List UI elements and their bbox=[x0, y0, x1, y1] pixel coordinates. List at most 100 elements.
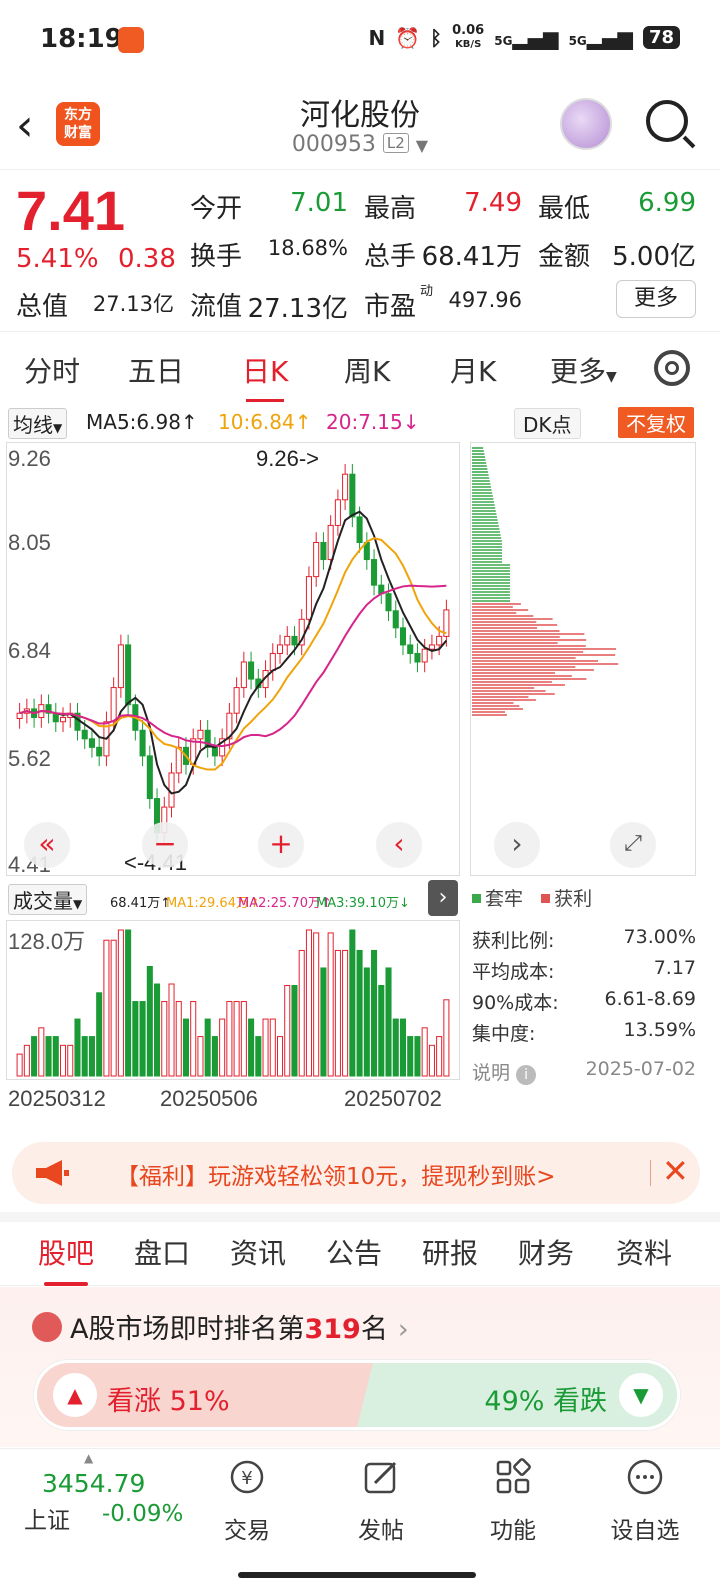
volume-bar bbox=[38, 1027, 45, 1077]
net-speed: 0.06 KB/S bbox=[452, 23, 485, 50]
vote-down-button[interactable]: ▼ bbox=[619, 1373, 663, 1417]
chip-note[interactable]: 说明 i 2025-07-02 bbox=[472, 1058, 696, 1085]
quote-field-value-3: 18.68% bbox=[267, 236, 348, 260]
settings-gear-icon[interactable] bbox=[654, 350, 690, 386]
nav-functions[interactable]: 功能 bbox=[468, 1457, 558, 1545]
megaphone-icon bbox=[36, 1160, 69, 1186]
market-rank[interactable]: A股市场即时排名第319名 › bbox=[32, 1307, 409, 1346]
current-price: 7.41 bbox=[16, 179, 125, 242]
nav-post[interactable]: 发帖 bbox=[336, 1457, 426, 1545]
svg-text:¥: ¥ bbox=[241, 1468, 252, 1489]
chip-next-icon[interactable]: › bbox=[494, 822, 540, 868]
candle bbox=[436, 635, 443, 646]
kline-chart[interactable] bbox=[6, 442, 460, 876]
search-icon[interactable] bbox=[646, 100, 688, 142]
info-icon: i bbox=[516, 1065, 537, 1085]
volume-bar bbox=[291, 984, 298, 1077]
ma-legend: 均线▼ MA5:6.98↑ 10:6.84↑ 20:7.15↓ bbox=[6, 408, 716, 439]
volume-bar bbox=[226, 1001, 233, 1077]
ma-selector[interactable]: 均线▼ bbox=[8, 408, 68, 439]
stat-profit-ratio: 获利比例: 73.00% bbox=[472, 926, 696, 952]
signal-icon-2: 5G▂▄▆ bbox=[568, 25, 633, 50]
index-name[interactable]: 上证 bbox=[24, 1501, 70, 1535]
index-change[interactable]: -0.09% bbox=[102, 1501, 183, 1527]
candle bbox=[313, 541, 320, 578]
scroll-left-icon[interactable]: « bbox=[24, 822, 70, 868]
vol-value: 68.41万↑ bbox=[110, 896, 172, 911]
tab-guba[interactable]: 股吧 bbox=[38, 1232, 94, 1286]
index-value[interactable]: 3454.79 bbox=[42, 1469, 145, 1498]
nav-trade[interactable]: ¥ 交易 bbox=[202, 1457, 292, 1545]
chip-legend: 套牢 获利 bbox=[472, 884, 592, 911]
quote-field-label-0: 今开 bbox=[190, 194, 243, 224]
candle bbox=[197, 729, 204, 740]
status-icons: N ⏰ ᛒ 0.06 KB/S 5G▂▄▆ 5G▂▄▆ 78 bbox=[368, 24, 680, 51]
tab-finance[interactable]: 财务 bbox=[518, 1232, 574, 1272]
candle bbox=[139, 729, 146, 757]
tab-pankou[interactable]: 盘口 bbox=[134, 1232, 190, 1272]
assistant-robot-icon[interactable] bbox=[560, 98, 612, 150]
volume-bar bbox=[139, 1001, 146, 1077]
candle bbox=[407, 644, 414, 654]
battery-icon: 78 bbox=[642, 26, 680, 49]
tab-daily-k[interactable]: 日K bbox=[242, 350, 288, 402]
caret-up-icon: ▲ bbox=[84, 1451, 94, 1465]
candle bbox=[327, 524, 334, 561]
quote-field-label-3: 换手 bbox=[190, 242, 243, 272]
stock-name: 河化股份 bbox=[300, 98, 420, 133]
dk-point-button[interactable]: DK点 bbox=[514, 408, 581, 439]
alarm-icon: ⏰ bbox=[395, 25, 421, 50]
sentiment-vote: ▲ 看涨 51% 49% 看跌 ▼ bbox=[34, 1360, 680, 1430]
tab-research[interactable]: 研报 bbox=[422, 1232, 478, 1272]
nav-add-watchlist[interactable]: 设自选 bbox=[600, 1457, 690, 1545]
tab-announcements[interactable]: 公告 bbox=[326, 1232, 382, 1272]
candle bbox=[211, 746, 218, 757]
candle bbox=[59, 716, 67, 723]
vote-up-button[interactable]: ▲ bbox=[53, 1373, 97, 1417]
tab-profile[interactable]: 资料 bbox=[616, 1232, 672, 1272]
volume-bar bbox=[313, 932, 320, 1077]
expand-icon[interactable]: ⤢ bbox=[610, 822, 656, 868]
volume-bar bbox=[52, 1036, 59, 1077]
tab-fenshi[interactable]: 分时 bbox=[24, 350, 80, 390]
stock-code-selector[interactable]: 000953 L2 ▼ bbox=[0, 132, 720, 157]
volume-bar bbox=[168, 983, 175, 1077]
volume-bar bbox=[407, 1036, 414, 1077]
volume-selector[interactable]: 成交量▼ bbox=[8, 884, 88, 915]
ma20-value: 20:7.15↓ bbox=[326, 410, 420, 434]
volume-bar bbox=[305, 929, 312, 1077]
volume-bar bbox=[88, 1036, 95, 1077]
zoom-out-icon[interactable]: − bbox=[142, 822, 188, 868]
quote-field-value-7: 27.13亿 bbox=[247, 294, 348, 324]
status-bar: 18:19 N ⏰ ᛒ 0.06 KB/S 5G▂▄▆ 5G▂▄▆ 78 bbox=[0, 0, 720, 80]
promo-text: 【福利】玩游戏轻松领10元，提现秒到账> bbox=[116, 1164, 556, 1190]
stat-90-cost: 90%成本: 6.61-8.69 bbox=[472, 988, 696, 1014]
quote-field-value-1: 7.49 bbox=[464, 188, 522, 218]
volume-bar bbox=[414, 1036, 421, 1077]
more-button[interactable]: 更多 bbox=[616, 280, 696, 318]
chip-date: 2025-07-02 bbox=[585, 1058, 696, 1080]
adjust-mode-button[interactable]: 不复权 bbox=[618, 407, 694, 438]
volume-bar bbox=[320, 967, 327, 1077]
step-left-icon[interactable]: ‹ bbox=[376, 822, 422, 868]
clock: 18:19 bbox=[40, 24, 123, 54]
period-tabs: 分时 五日 日K 周K 月K 更多▼ bbox=[0, 334, 720, 404]
vote-down-label: 49% 看跌 bbox=[484, 1386, 607, 1417]
stock-header: ‹ 东方 财富 河化股份 000953 L2 ▼ bbox=[0, 80, 720, 170]
tab-news[interactable]: 资讯 bbox=[230, 1232, 286, 1272]
volume-bar bbox=[161, 1001, 168, 1077]
close-icon[interactable]: ✕ bbox=[662, 1152, 689, 1190]
volume-bar bbox=[334, 949, 341, 1077]
promo-banner[interactable]: 【福利】玩游戏轻松领10元，提现秒到账> ✕ bbox=[12, 1142, 700, 1204]
home-indicator bbox=[238, 1572, 476, 1578]
change-amount: 0.38 bbox=[118, 244, 176, 274]
volume-expand-icon[interactable]: › bbox=[428, 880, 458, 916]
vote-up-label: 看涨 51% bbox=[107, 1386, 230, 1417]
volume-bar bbox=[211, 1036, 218, 1077]
tab-monthly-k[interactable]: 月K bbox=[450, 350, 496, 390]
tab-more[interactable]: 更多▼ bbox=[550, 350, 617, 390]
candle bbox=[414, 652, 421, 663]
tab-weekly-k[interactable]: 周K bbox=[344, 350, 390, 390]
tab-wuri[interactable]: 五日 bbox=[128, 350, 184, 390]
zoom-in-icon[interactable]: + bbox=[258, 822, 304, 868]
